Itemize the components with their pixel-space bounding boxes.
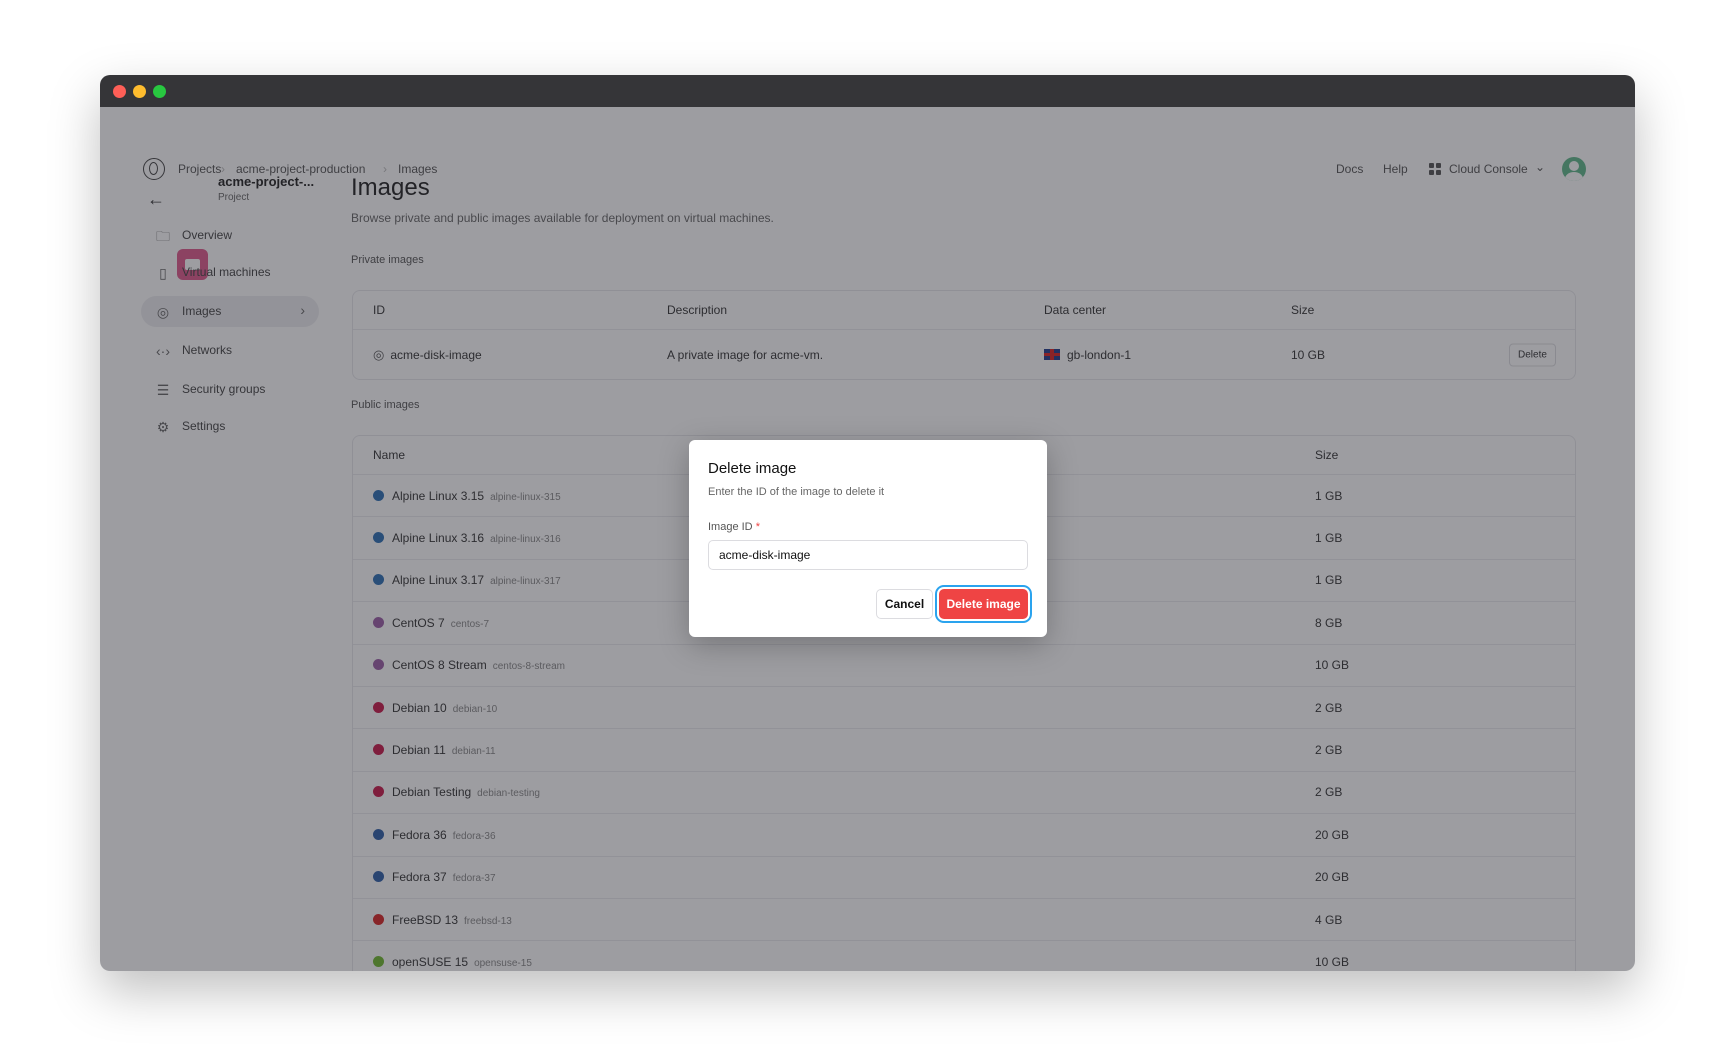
- cancel-button[interactable]: Cancel: [876, 589, 933, 619]
- close-window-button[interactable]: [113, 85, 126, 98]
- image-id-label: Image ID *: [708, 521, 760, 533]
- image-id-input[interactable]: acme-disk-image: [708, 540, 1028, 570]
- dialog-title: Delete image: [708, 460, 797, 477]
- label-text: Image ID: [708, 521, 753, 533]
- maximize-window-button[interactable]: [153, 85, 166, 98]
- title-bar: [100, 75, 1635, 107]
- delete-image-dialog: Delete image Enter the ID of the image t…: [689, 440, 1047, 637]
- minimize-window-button[interactable]: [133, 85, 146, 98]
- required-mark: *: [755, 521, 760, 533]
- delete-image-button[interactable]: Delete image: [939, 589, 1028, 619]
- dialog-description: Enter the ID of the image to delete it: [708, 486, 885, 498]
